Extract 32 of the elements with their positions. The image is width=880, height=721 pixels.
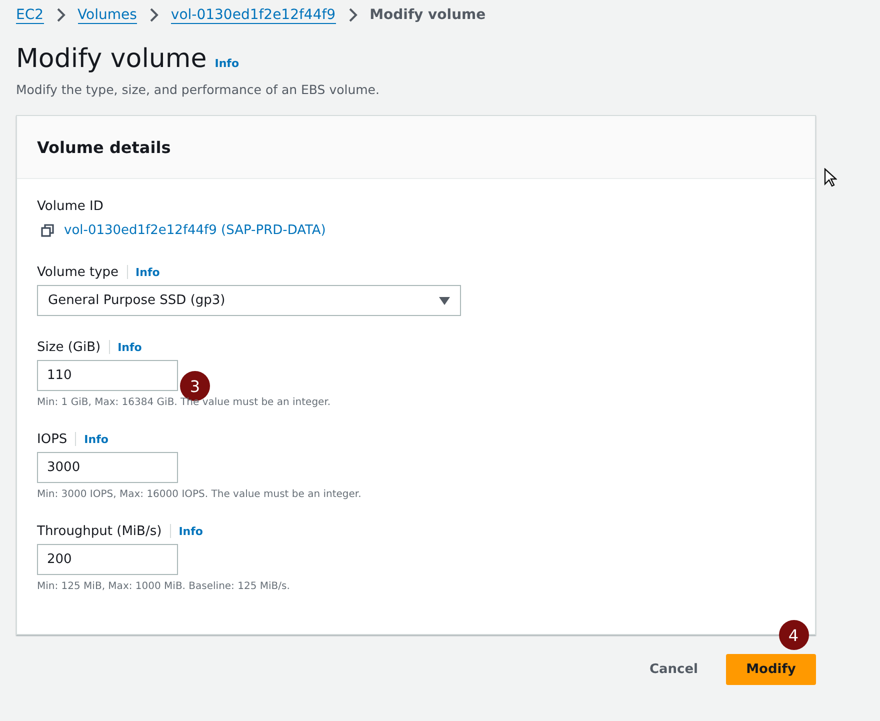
page-title: Modify volume xyxy=(16,44,207,74)
field-label: Size (GiB) xyxy=(37,340,101,354)
input-field[interactable]: 3000 xyxy=(37,452,178,483)
mouse-pointer-icon xyxy=(824,168,837,188)
breadcrumb-link[interactable]: vol-0130ed1f2e12f44f9 xyxy=(170,6,336,24)
chevron-right-icon xyxy=(148,8,159,22)
copy-icon[interactable] xyxy=(41,224,54,236)
caret-down-icon xyxy=(439,296,450,304)
chevron-right-icon xyxy=(56,8,66,22)
input-field[interactable]: 110 xyxy=(37,360,178,391)
input-field[interactable]: 200 xyxy=(37,544,178,575)
field-label: Throughput (MiB/s) xyxy=(37,524,162,538)
info-link[interactable]: Info xyxy=(178,524,203,538)
field-label: Volume ID xyxy=(37,198,104,214)
breadcrumb-link[interactable]: Volumes xyxy=(78,6,137,24)
field-label: Volume type xyxy=(37,264,119,280)
field-hint: Min: 3000 IOPS, Max: 16000 IOPS. The value must be an integer. xyxy=(37,489,362,500)
breadcrumb-current: Modify volume xyxy=(370,7,486,23)
breadcrumb-link[interactable]: EC2 xyxy=(16,6,44,24)
info-link[interactable]: Info xyxy=(84,432,108,446)
panel-title: Volume details xyxy=(37,138,171,156)
info-link[interactable]: Info xyxy=(214,57,240,70)
chevron-right-icon xyxy=(348,8,358,22)
info-link[interactable]: Info xyxy=(136,266,160,278)
modify-button[interactable]: Modify xyxy=(726,654,816,685)
volume-type-select[interactable]: General Purpose SSD (gp3) xyxy=(37,285,461,316)
field-label: IOPS xyxy=(37,432,68,446)
page-description: Modify the type, size, and performance of an EBS volume. xyxy=(16,82,380,97)
volume-id-value: vol-0130ed1f2e12f44f9 (SAP-PRD-DATA) xyxy=(64,222,326,238)
cancel-button[interactable]: Cancel xyxy=(649,654,698,685)
info-link[interactable]: Info xyxy=(118,340,142,354)
field-hint: Min: 125 MiB, Max: 1000 MiB. Baseline: 125 MiB/s. xyxy=(37,581,291,592)
